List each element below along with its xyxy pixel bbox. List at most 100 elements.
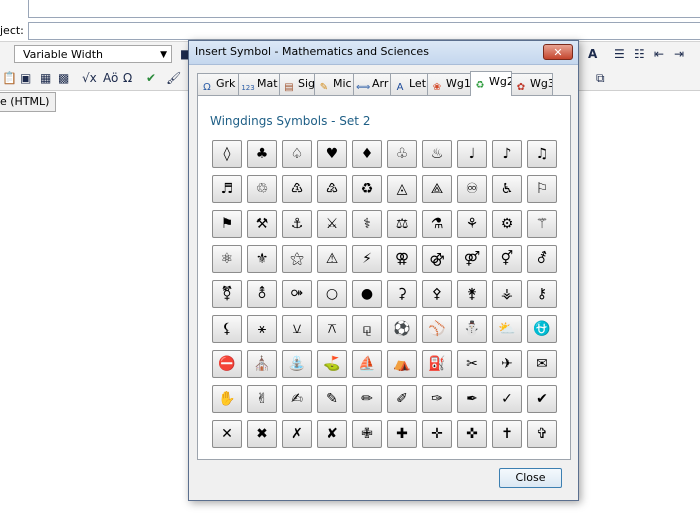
close-button[interactable]: Close xyxy=(499,468,562,488)
symbol-button[interactable]: ♤ xyxy=(282,140,312,168)
symbol-button[interactable]: ♲ xyxy=(247,175,277,203)
symbol-button[interactable]: ⛲ xyxy=(282,350,312,378)
symbol-button[interactable]: ♬ xyxy=(212,175,242,203)
symbol-button[interactable]: ⚳ xyxy=(387,280,417,308)
font-select[interactable]: Variable Width ▼ xyxy=(14,45,172,63)
symbol-button[interactable]: ⚕ xyxy=(352,210,382,238)
to-field[interactable] xyxy=(28,0,700,18)
symbol-button[interactable]: ◊ xyxy=(212,140,242,168)
symbol-icon[interactable]: Ω xyxy=(123,70,132,87)
symbol-button[interactable]: ⚠ xyxy=(317,245,347,273)
symbol-button[interactable]: ⚘ xyxy=(457,210,487,238)
symbol-button[interactable]: ⛽ xyxy=(422,350,452,378)
numbered-list-icon[interactable]: ☷ xyxy=(634,46,645,63)
symbol-button[interactable]: ✌ xyxy=(247,385,277,413)
tab-arr[interactable]: ⟺ Arr xyxy=(353,73,391,95)
symbol-button[interactable]: ✎ xyxy=(317,385,347,413)
symbol-button[interactable]: ✖ xyxy=(247,420,277,448)
tab-wg2[interactable]: ♻ Wg2 xyxy=(470,71,512,96)
paste-icon[interactable]: 📋 xyxy=(2,70,17,87)
symbol-button[interactable]: ✙ xyxy=(352,420,382,448)
symbol-button[interactable]: ⛅ xyxy=(492,315,522,343)
symbol-button[interactable]: ⚝ xyxy=(282,245,312,273)
symbol-button[interactable]: ♦ xyxy=(352,140,382,168)
symbol-button[interactable]: ✔ xyxy=(527,385,557,413)
symbol-button[interactable]: ♴ xyxy=(317,175,347,203)
brush-icon[interactable]: 🖌 xyxy=(166,70,181,87)
symbol-button[interactable]: ♨ xyxy=(422,140,452,168)
bullet-list-icon[interactable]: ☰ xyxy=(614,46,625,63)
symbol-button[interactable]: ✛ xyxy=(422,420,452,448)
symbol-button[interactable]: ⚛ xyxy=(212,245,242,273)
symbol-button[interactable]: ✈ xyxy=(492,350,522,378)
symbol-button[interactable]: ✍ xyxy=(282,385,312,413)
symbol-button[interactable]: ♿ xyxy=(492,175,522,203)
editor-mode-tab[interactable]: e (HTML) xyxy=(0,92,57,112)
symbol-button[interactable]: ⚸ xyxy=(212,315,242,343)
outdent-icon[interactable]: ⇤ xyxy=(654,46,664,63)
symbol-button[interactable]: ✕ xyxy=(212,420,242,448)
tab-sig[interactable]: ▤ Sig xyxy=(279,73,315,95)
symbol-button[interactable]: ⚖ xyxy=(387,210,417,238)
symbol-button[interactable]: ♩ xyxy=(457,140,487,168)
symbol-button[interactable]: ⟁ xyxy=(422,175,452,203)
tab-let[interactable]: A Let xyxy=(390,73,428,95)
symbol-button[interactable]: ⚢ xyxy=(387,245,417,273)
symbol-button[interactable]: ⛄ xyxy=(457,315,487,343)
tab-grk[interactable]: Ω Grk xyxy=(197,73,239,95)
symbol-button[interactable]: ● xyxy=(352,280,382,308)
symbol-button[interactable]: ✓ xyxy=(492,385,522,413)
symbol-button[interactable]: ✏ xyxy=(352,385,382,413)
symbol-button[interactable]: ✂ xyxy=(457,350,487,378)
symbol-button[interactable]: ⚚ xyxy=(527,210,557,238)
symbol-button[interactable]: ○ xyxy=(317,280,347,308)
font-size-up-icon[interactable]: A xyxy=(588,46,597,63)
symbol-button[interactable]: ⚻ xyxy=(317,315,347,343)
spellcheck-icon[interactable]: ✔ xyxy=(146,70,156,87)
accent-icon[interactable]: Aö xyxy=(103,70,118,87)
symbol-button[interactable]: ⛺ xyxy=(387,350,417,378)
math-icon[interactable]: √x xyxy=(82,70,97,87)
symbol-button[interactable]: ♾ xyxy=(457,175,487,203)
symbol-button[interactable]: ♪ xyxy=(492,140,522,168)
table-icon[interactable]: ▦ xyxy=(40,70,51,87)
symbol-button[interactable]: ✝ xyxy=(492,420,522,448)
symbol-button[interactable]: ✜ xyxy=(457,420,487,448)
symbol-button[interactable]: ♥ xyxy=(317,140,347,168)
symbol-button[interactable]: ✞ xyxy=(527,420,557,448)
symbol-button[interactable]: ⚣ xyxy=(422,245,452,273)
symbol-button[interactable]: ⚷ xyxy=(527,280,557,308)
window-icon[interactable]: ⧉ xyxy=(596,70,605,87)
symbol-button[interactable]: ⚑ xyxy=(212,210,242,238)
symbol-button[interactable]: ⚼ xyxy=(352,315,382,343)
symbol-button[interactable]: ⚡ xyxy=(352,245,382,273)
symbol-button[interactable]: ♣ xyxy=(247,140,277,168)
symbol-button[interactable]: ✒ xyxy=(457,385,487,413)
subject-input[interactable] xyxy=(28,22,700,40)
symbol-button[interactable]: ◬ xyxy=(387,175,417,203)
symbol-button[interactable]: ⛵ xyxy=(352,350,382,378)
close-icon[interactable]: ✕ xyxy=(543,44,573,60)
symbol-button[interactable]: ♻ xyxy=(352,175,382,203)
symbol-button[interactable]: ⚤ xyxy=(457,245,487,273)
symbol-button[interactable]: ⚓ xyxy=(282,210,312,238)
symbol-button[interactable]: ⛳ xyxy=(317,350,347,378)
symbol-button[interactable]: ✑ xyxy=(422,385,452,413)
symbol-button[interactable]: ✘ xyxy=(317,420,347,448)
symbol-button[interactable]: ⚺ xyxy=(282,315,312,343)
symbol-button[interactable]: ♳ xyxy=(282,175,312,203)
symbol-button[interactable]: ⛪ xyxy=(247,350,277,378)
symbol-button[interactable]: ⚔ xyxy=(317,210,347,238)
symbol-button[interactable]: ⚦ xyxy=(527,245,557,273)
symbol-button[interactable]: ✚ xyxy=(387,420,417,448)
symbol-button[interactable]: ⚥ xyxy=(492,245,522,273)
symbol-button[interactable]: ✗ xyxy=(282,420,312,448)
symbol-button[interactable]: ⛔ xyxy=(212,350,242,378)
symbol-button[interactable]: ✉ xyxy=(527,350,557,378)
tab-wg3[interactable]: ✿ Wg3 xyxy=(511,73,553,95)
symbol-button[interactable]: ⚧ xyxy=(212,280,242,308)
dialog-titlebar[interactable]: Insert Symbol - Mathematics and Sciences… xyxy=(189,41,578,65)
symbol-button[interactable]: ♧ xyxy=(387,140,417,168)
tab-wg1[interactable]: ❀ Wg1 xyxy=(427,73,471,95)
symbol-button[interactable]: ⚩ xyxy=(282,280,312,308)
